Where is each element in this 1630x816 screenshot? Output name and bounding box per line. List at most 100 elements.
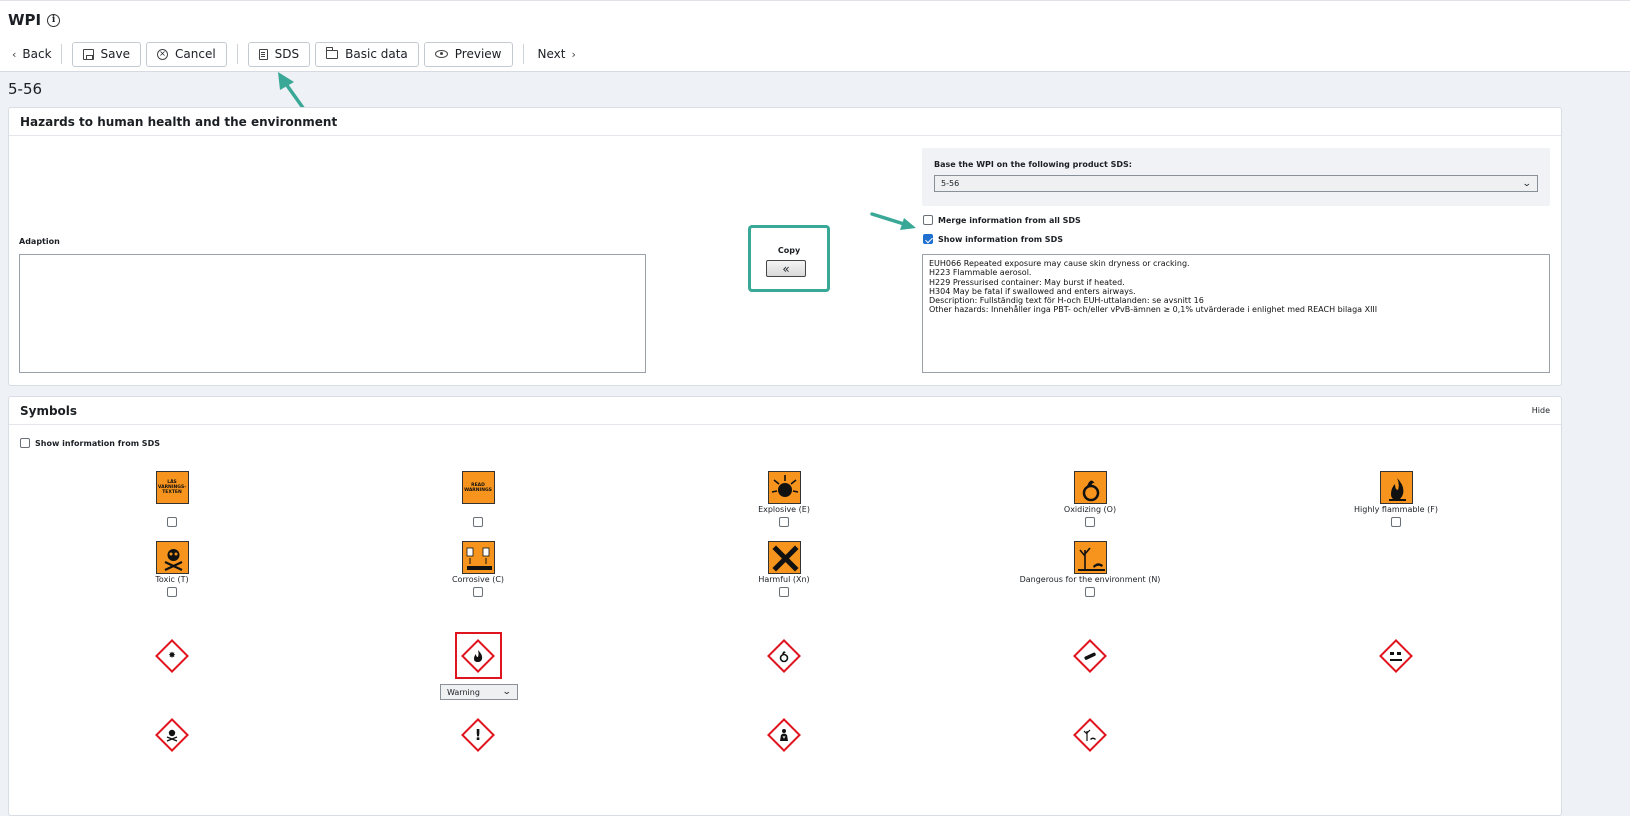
adaption-label: Adaption xyxy=(19,237,60,246)
save-icon xyxy=(82,48,94,60)
ghs-flame-icon[interactable] xyxy=(460,638,496,674)
symbol-label: Corrosive (C) xyxy=(451,575,505,584)
app-title-text: WPI xyxy=(8,11,42,29)
cancel-label: Cancel xyxy=(175,47,216,61)
symbol-read-warnings-sv: LÄS VARNINGS-TEXTEN xyxy=(87,471,257,527)
oxidizing-icon xyxy=(1073,471,1107,504)
merge-sds-option[interactable]: Merge information from all SDS xyxy=(923,215,1081,225)
hazards-heading-text: Hazards to human health and the environm… xyxy=(20,114,338,129)
copy-highlight-box: Copy « xyxy=(748,225,830,292)
symbol-label xyxy=(393,505,563,515)
environment-icon xyxy=(1073,541,1107,574)
preview-label: Preview xyxy=(454,47,502,61)
read-warnings-sv-icon: LÄS VARNINGS-TEXTEN xyxy=(155,471,189,504)
symbol-label: Highly flammable (F) xyxy=(1354,505,1438,514)
ghs-skull-icon[interactable] xyxy=(154,717,190,753)
symbol-oxidizing: Oxidizing (O) xyxy=(1005,471,1175,527)
folder-icon xyxy=(326,46,339,59)
back-label: Back xyxy=(22,47,52,61)
chevron-down-icon: ⌄ xyxy=(502,687,513,697)
flame-icon xyxy=(1379,471,1413,504)
chevron-down-icon: ⌄ xyxy=(1522,178,1533,189)
symbol-label xyxy=(87,505,257,515)
base-sds-box: Base the WPI on the following product SD… xyxy=(922,148,1550,206)
hide-link[interactable]: Hide xyxy=(1532,406,1550,415)
skull-icon xyxy=(155,541,189,574)
ghs-explosive-icon[interactable]: ✸ xyxy=(154,638,190,674)
harmful-cross-icon xyxy=(767,541,801,574)
copy-label: Copy xyxy=(777,246,801,255)
symbol-harmful: Harmful (Xn) xyxy=(699,541,869,597)
toolbar-divider xyxy=(236,44,238,64)
symbol-checkbox[interactable] xyxy=(779,587,789,597)
symbol-checkbox[interactable] xyxy=(779,517,789,527)
symbol-checkbox[interactable] xyxy=(473,587,483,597)
basic-data-label: Basic data xyxy=(345,47,408,61)
symbol-checkbox[interactable] xyxy=(1391,517,1401,527)
symbols-panel: Symbols Hide xyxy=(8,396,1562,816)
symbol-checkbox[interactable] xyxy=(473,517,483,527)
merge-sds-checkbox[interactable] xyxy=(923,215,933,225)
symbol-checkbox[interactable] xyxy=(167,517,177,527)
ghs-environment-icon[interactable] xyxy=(1072,717,1108,753)
eye-icon xyxy=(434,50,448,58)
symbol-label: Harmful (Xn) xyxy=(758,575,810,584)
ghs-corrosive-icon[interactable] xyxy=(1378,638,1414,674)
symbol-toxic: Toxic (T) xyxy=(87,541,257,597)
top-bar: WPI i ‹ Back Save × Cancel SDS Basic dat… xyxy=(0,0,1630,72)
signal-word-select[interactable]: Warning ⌄ xyxy=(440,684,518,700)
sds-info-textarea[interactable]: EUH066 Repeated exposure may cause skin … xyxy=(922,254,1550,373)
toolbar-divider xyxy=(60,44,62,64)
hazards-heading: Hazards to human health and the environm… xyxy=(9,108,1561,136)
symbol-checkbox[interactable] xyxy=(167,587,177,597)
annotation-arrow-icon xyxy=(870,212,916,230)
symbols-heading-text: Symbols xyxy=(20,403,78,418)
basic-data-button[interactable]: Basic data xyxy=(315,41,419,67)
back-button[interactable]: ‹ Back xyxy=(8,42,56,67)
next-label: Next xyxy=(537,47,566,61)
symbol-read-warnings: READ WARNINGS xyxy=(393,471,563,527)
symbols-show-sds-checkbox[interactable] xyxy=(20,438,30,448)
sds-button[interactable]: SDS xyxy=(247,41,311,67)
chevron-right-icon: › xyxy=(571,47,576,61)
symbol-label: Dangerous for the environment (N) xyxy=(1019,575,1161,584)
show-sds-option[interactable]: Show information from SDS xyxy=(923,234,1063,244)
ghs-health-hazard-icon[interactable] xyxy=(766,717,802,753)
page-title: 5-56 xyxy=(8,80,43,98)
copy-button[interactable]: « xyxy=(766,260,806,277)
show-sds-label: Show information from SDS xyxy=(938,234,1063,244)
next-button[interactable]: Next › xyxy=(534,42,580,67)
ghs-gas-cylinder-icon[interactable] xyxy=(1072,638,1108,674)
symbols-show-sds-option[interactable]: Show information from SDS xyxy=(20,438,160,448)
symbol-corrosive: Corrosive (C) xyxy=(393,541,563,597)
read-warnings-text: READ WARNINGS xyxy=(464,483,492,493)
symbol-highly-flammable: Highly flammable (F) xyxy=(1311,471,1481,527)
preview-button[interactable]: Preview xyxy=(423,41,513,67)
explosive-icon xyxy=(767,471,801,504)
merge-sds-label: Merge information from all SDS xyxy=(938,215,1081,225)
symbol-checkbox[interactable] xyxy=(1085,517,1095,527)
info-icon[interactable]: i xyxy=(47,13,61,27)
base-sds-value: 5-56 xyxy=(941,179,960,188)
read-warnings-sv-text: LÄS VARNINGS-TEXTEN xyxy=(157,480,187,495)
save-label: Save xyxy=(100,47,131,61)
document-icon xyxy=(258,48,268,60)
ghs-oxidizing-icon[interactable] xyxy=(766,638,802,674)
ghs-exclamation-icon[interactable]: ! xyxy=(460,717,496,753)
symbol-explosive: Explosive (E) xyxy=(699,471,869,527)
app-title: WPI i xyxy=(8,11,61,29)
read-warnings-icon: READ WARNINGS xyxy=(461,471,495,504)
adaption-textarea[interactable] xyxy=(19,254,646,373)
symbol-environment: Dangerous for the environment (N) xyxy=(1005,541,1175,597)
show-sds-checkbox[interactable] xyxy=(923,234,933,244)
corrosive-icon xyxy=(461,541,495,574)
symbol-label: Oxidizing (O) xyxy=(1063,505,1117,514)
save-button[interactable]: Save xyxy=(71,41,142,67)
symbol-checkbox[interactable] xyxy=(1085,587,1095,597)
double-chevron-left-icon: « xyxy=(782,261,790,276)
symbols-heading: Symbols Hide xyxy=(9,397,1561,425)
cancel-button[interactable]: × Cancel xyxy=(146,41,227,67)
base-sds-select[interactable]: 5-56 ⌄ xyxy=(934,175,1538,192)
signal-word-value: Warning xyxy=(447,687,480,697)
base-sds-label: Base the WPI on the following product SD… xyxy=(934,160,1132,169)
